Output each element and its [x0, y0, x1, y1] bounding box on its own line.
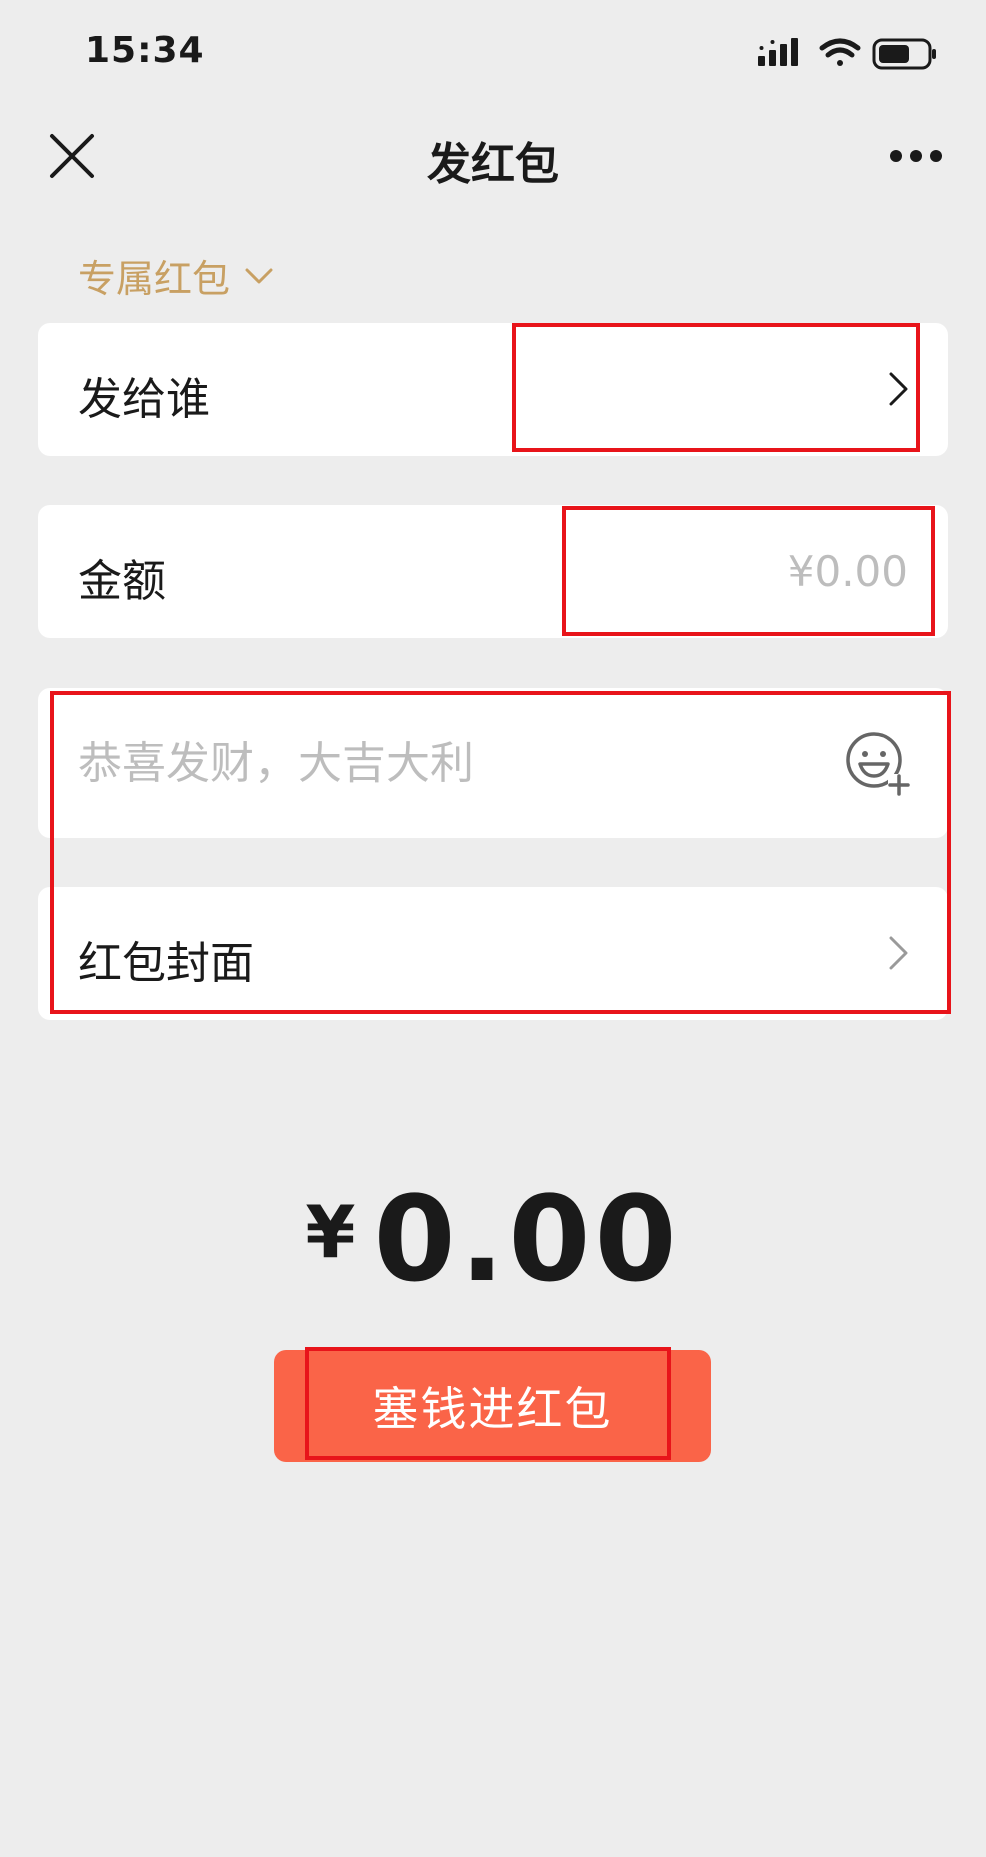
- cover-row[interactable]: 红包封面: [38, 887, 948, 1020]
- chevron-right-icon: [889, 372, 908, 406]
- status-time: 15:34: [85, 30, 205, 71]
- submit-button[interactable]: 塞钱进红包: [274, 1350, 711, 1462]
- more-icon[interactable]: [888, 148, 944, 164]
- chevron-right-icon: [889, 936, 908, 970]
- cover-label: 红包封面: [78, 938, 254, 989]
- chevron-down-icon: [245, 268, 273, 283]
- packet-type-selector[interactable]: 专属红包: [78, 248, 274, 303]
- status-icons: [758, 38, 936, 70]
- total-value: 0.00: [373, 1170, 681, 1308]
- emoji-add-icon[interactable]: [844, 730, 910, 796]
- amount-input[interactable]: [608, 547, 908, 596]
- recipient-label: 发给谁: [78, 374, 210, 425]
- packet-type-label: 专属红包: [78, 257, 231, 301]
- total-amount: ¥0.00: [0, 1170, 986, 1308]
- wifi-icon: [819, 38, 861, 66]
- battery-icon: [872, 38, 936, 70]
- recipient-row[interactable]: 发给谁: [38, 323, 948, 456]
- signal-icon: [758, 38, 798, 66]
- greeting-input[interactable]: [78, 738, 758, 789]
- amount-row: 金额: [38, 505, 948, 638]
- total-currency: ¥: [305, 1190, 356, 1274]
- page-title: 发红包: [427, 139, 559, 190]
- amount-label: 金额: [78, 556, 166, 607]
- greeting-row: [38, 688, 948, 838]
